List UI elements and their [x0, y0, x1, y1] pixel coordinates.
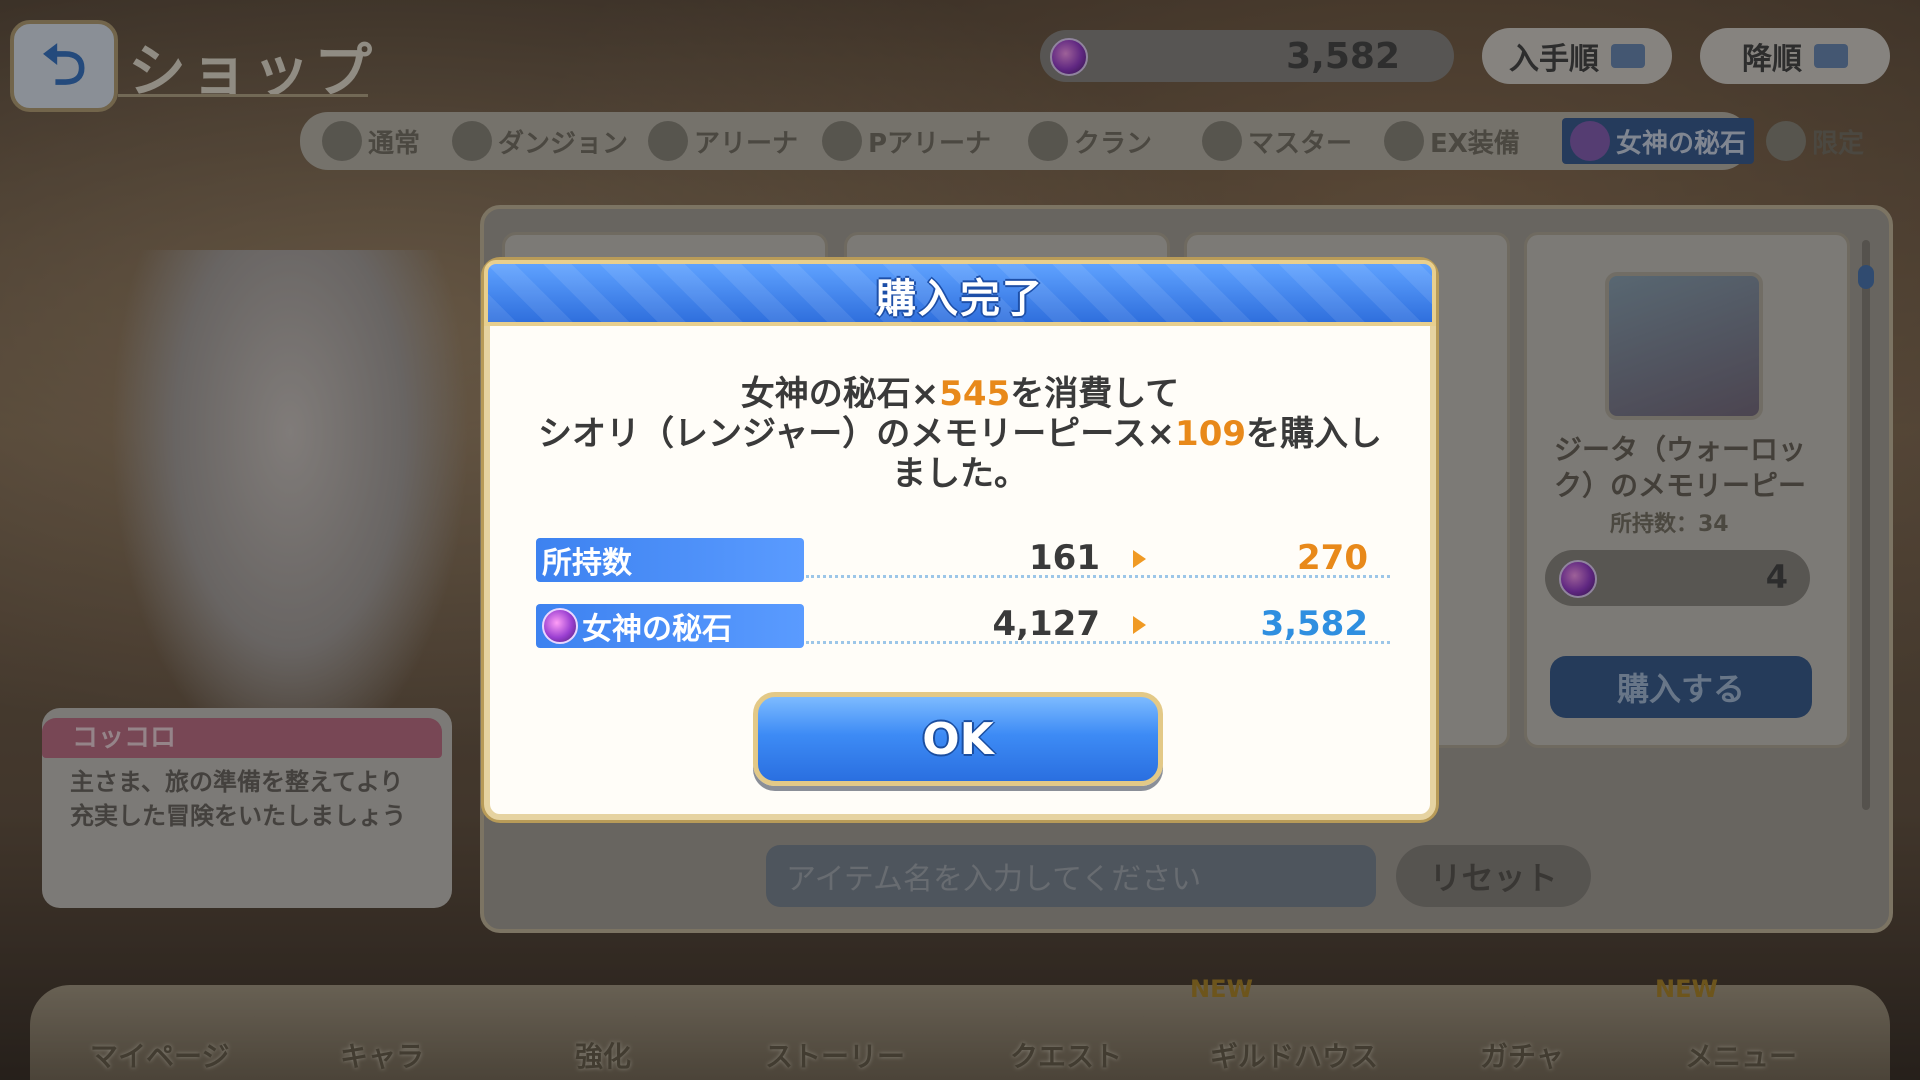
ok-button[interactable]: OK [753, 692, 1163, 786]
stone-before: 4,127 [992, 604, 1100, 644]
arrow-right-icon [1133, 616, 1146, 634]
arrow-right-icon [1133, 550, 1146, 568]
row-label-text: 女神の秘石 [582, 612, 732, 647]
row-label-text: 所持数 [542, 546, 632, 581]
goddess-stone-icon [542, 608, 578, 644]
dialog-message-line3: ました。 [892, 454, 1028, 494]
owned-after: 270 [1297, 538, 1368, 578]
stone-after: 3,582 [1260, 604, 1368, 644]
goddess-stone-label: 女神の秘石 [536, 604, 804, 648]
owned-before: 161 [1029, 538, 1100, 578]
dialog-title: 購入完了 [876, 276, 1044, 322]
owned-count-label: 所持数 [536, 538, 804, 582]
